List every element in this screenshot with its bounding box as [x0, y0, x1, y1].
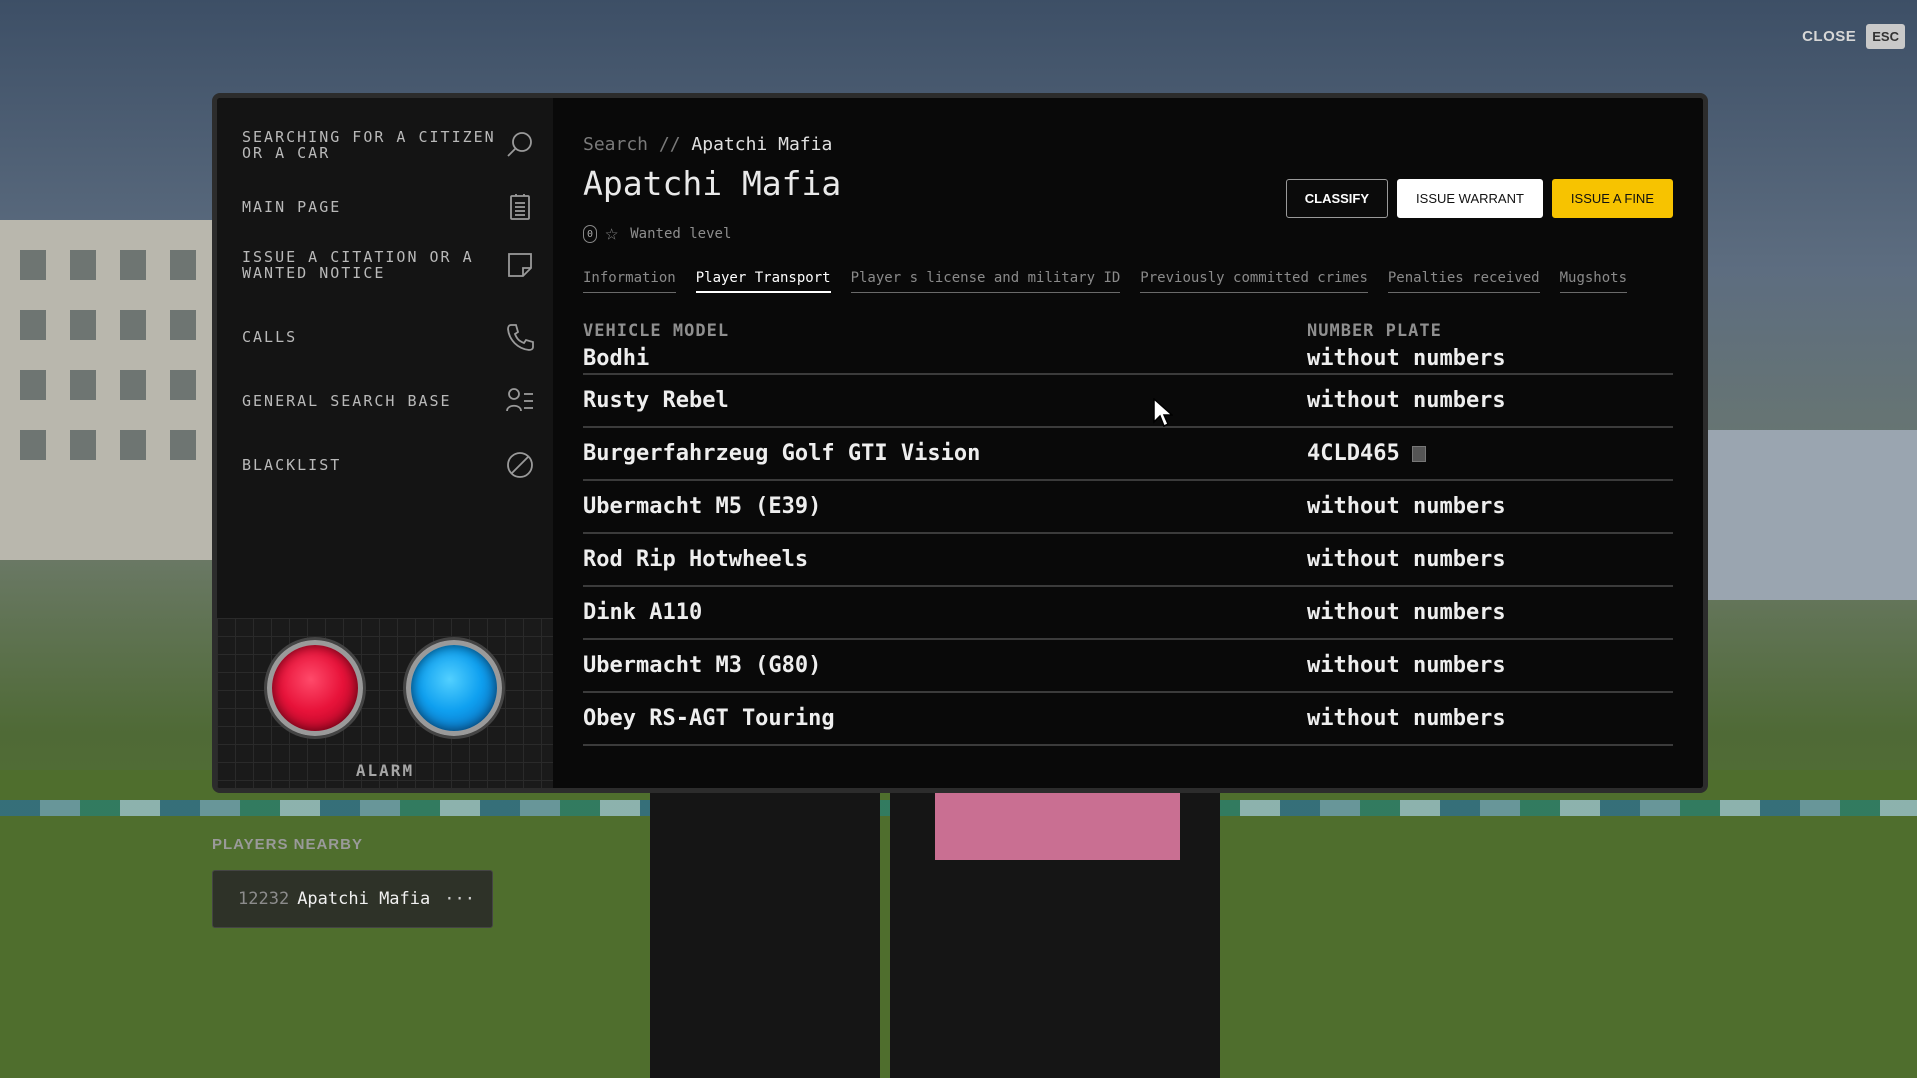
- table-row: Ubermacht M3 (G80) without numbers: [583, 640, 1673, 693]
- number-plate: without numbers: [1307, 345, 1506, 371]
- number-plate: without numbers: [1307, 494, 1506, 519]
- number-plate: without numbers: [1307, 600, 1506, 625]
- action-buttons: CLASSIFY ISSUE WARRANT ISSUE A FINE: [1285, 179, 1673, 218]
- vehicle-table: VEHICLE MODEL NUMBER PLATE Bodhi without…: [583, 321, 1673, 746]
- tab-license-military-id[interactable]: Player s license and military ID: [850, 270, 1121, 293]
- breadcrumb-root[interactable]: Search: [583, 134, 648, 155]
- background-character-shirt: [935, 790, 1180, 860]
- classify-button[interactable]: CLASSIFY: [1285, 179, 1389, 218]
- vehicle-model: Burgerfahrzeug Golf GTI Vision: [583, 441, 981, 466]
- table-row: Rod Rip Hotwheels without numbers: [583, 534, 1673, 587]
- star-icon: ☆: [605, 221, 619, 246]
- number-plate: without numbers: [1307, 706, 1506, 731]
- tab-penalties[interactable]: Penalties received: [1387, 270, 1540, 293]
- close-label[interactable]: CLOSE: [1802, 28, 1856, 45]
- table-row: Ubermacht M5 (E39) without numbers: [583, 481, 1673, 534]
- esc-key-badge[interactable]: ESC: [1866, 24, 1905, 49]
- tab-previous-crimes[interactable]: Previously committed crimes: [1140, 270, 1368, 293]
- blue-alarm-button[interactable]: [406, 640, 502, 736]
- number-plate: without numbers: [1307, 653, 1506, 678]
- nearby-player-name: Apatchi Mafia: [297, 889, 431, 909]
- sidebar: SEARCHING FOR A CITIZEN OR A CAR MAIN PA…: [217, 98, 553, 788]
- vehicle-model: Bodhi: [583, 345, 650, 371]
- alarm-label: ALARM: [355, 761, 415, 780]
- header-vehicle-model: VEHICLE MODEL: [583, 321, 730, 341]
- tab-mugshots[interactable]: Mugshots: [1559, 270, 1628, 293]
- sidebar-item-blacklist[interactable]: BLACKLIST: [242, 448, 535, 482]
- header-number-plate: NUMBER PLATE: [1307, 321, 1442, 341]
- breadcrumb-separator: //: [658, 134, 681, 155]
- breadcrumb-current: Apatchi Mafia: [691, 134, 833, 155]
- sidebar-item-label: MAIN PAGE: [242, 198, 342, 216]
- copy-icon[interactable]: [1411, 445, 1426, 462]
- wanted-level-label: Wanted level: [630, 226, 732, 242]
- red-alarm-button[interactable]: [267, 640, 363, 736]
- nearby-player-id: 12232: [238, 889, 290, 909]
- clipboard-icon: [505, 192, 535, 222]
- tab-player-transport[interactable]: Player Transport: [695, 270, 831, 293]
- number-plate: without numbers: [1307, 388, 1506, 413]
- background-character-left: [650, 790, 880, 1078]
- police-computer-window: SEARCHING FOR A CITIZEN OR A CAR MAIN PA…: [212, 93, 1708, 793]
- vehicle-model: Ubermacht M5 (E39): [583, 494, 822, 519]
- note-icon: [505, 250, 535, 280]
- issue-fine-button[interactable]: ISSUE A FINE: [1551, 179, 1673, 218]
- ban-icon: [505, 450, 535, 480]
- user-list-icon: [505, 386, 535, 416]
- issue-warrant-button[interactable]: ISSUE WARRANT: [1397, 179, 1543, 218]
- page-title: Apatchi Mafia: [583, 164, 842, 203]
- sidebar-item-citation[interactable]: ISSUE A CITATION OR A WANTED NOTICE: [242, 243, 535, 287]
- players-nearby-title: PLAYERS NEARBY: [212, 836, 363, 853]
- sidebar-item-main-page[interactable]: MAIN PAGE: [242, 190, 535, 224]
- sidebar-item-label: SEARCHING FOR A CITIZEN OR A CAR: [242, 128, 496, 162]
- number-plate: without numbers: [1307, 547, 1506, 572]
- table-row: Burgerfahrzeug Golf GTI Vision 4CLD465: [583, 428, 1673, 481]
- close-control[interactable]: CLOSE ESC: [1802, 24, 1905, 49]
- table-row: Dink A110 without numbers: [583, 587, 1673, 640]
- nearby-player-card[interactable]: 12232 Apatchi Mafia ···: [212, 870, 493, 928]
- table-row: Rusty Rebel without numbers: [583, 375, 1673, 428]
- main-content: Search // Apatchi Mafia Apatchi Mafia 0 …: [553, 98, 1703, 788]
- sidebar-item-label: CALLS: [242, 328, 298, 346]
- sidebar-item-label: GENERAL SEARCH BASE: [242, 392, 452, 410]
- tab-information[interactable]: Information: [583, 270, 676, 293]
- vehicle-model: Rod Rip Hotwheels: [583, 547, 809, 572]
- vehicle-table-header: VEHICLE MODEL NUMBER PLATE: [583, 321, 1673, 343]
- sidebar-item-search[interactable]: SEARCHING FOR A CITIZEN OR A CAR: [242, 118, 535, 172]
- table-row: Bodhi without numbers: [583, 343, 1673, 375]
- vehicle-model: Dink A110: [583, 600, 703, 625]
- breadcrumb: Search // Apatchi Mafia: [583, 134, 832, 155]
- vehicle-model: Obey RS-AGT Touring: [583, 706, 835, 731]
- vehicle-model: Rusty Rebel: [583, 388, 729, 413]
- sidebar-item-general-search[interactable]: GENERAL SEARCH BASE: [242, 384, 535, 418]
- number-plate: 4CLD465: [1307, 441, 1400, 466]
- sidebar-item-label: BLACKLIST: [242, 456, 342, 474]
- wanted-level: 0 ☆ Wanted level: [583, 221, 732, 246]
- alarm-panel: ALARM: [217, 618, 553, 788]
- more-options-icon[interactable]: ···: [444, 889, 475, 909]
- vehicle-model: Ubermacht M3 (G80): [583, 653, 822, 678]
- phone-icon: [505, 322, 535, 352]
- search-icon: [505, 130, 535, 160]
- wanted-count-badge: 0: [583, 225, 597, 243]
- table-row: Obey RS-AGT Touring without numbers: [583, 693, 1673, 746]
- profile-tabs: Information Player Transport Player s li…: [583, 270, 1628, 293]
- sidebar-item-label: ISSUE A CITATION OR A WANTED NOTICE: [242, 248, 474, 282]
- mouse-cursor-icon: [1153, 398, 1173, 428]
- sidebar-item-calls[interactable]: CALLS: [242, 320, 535, 354]
